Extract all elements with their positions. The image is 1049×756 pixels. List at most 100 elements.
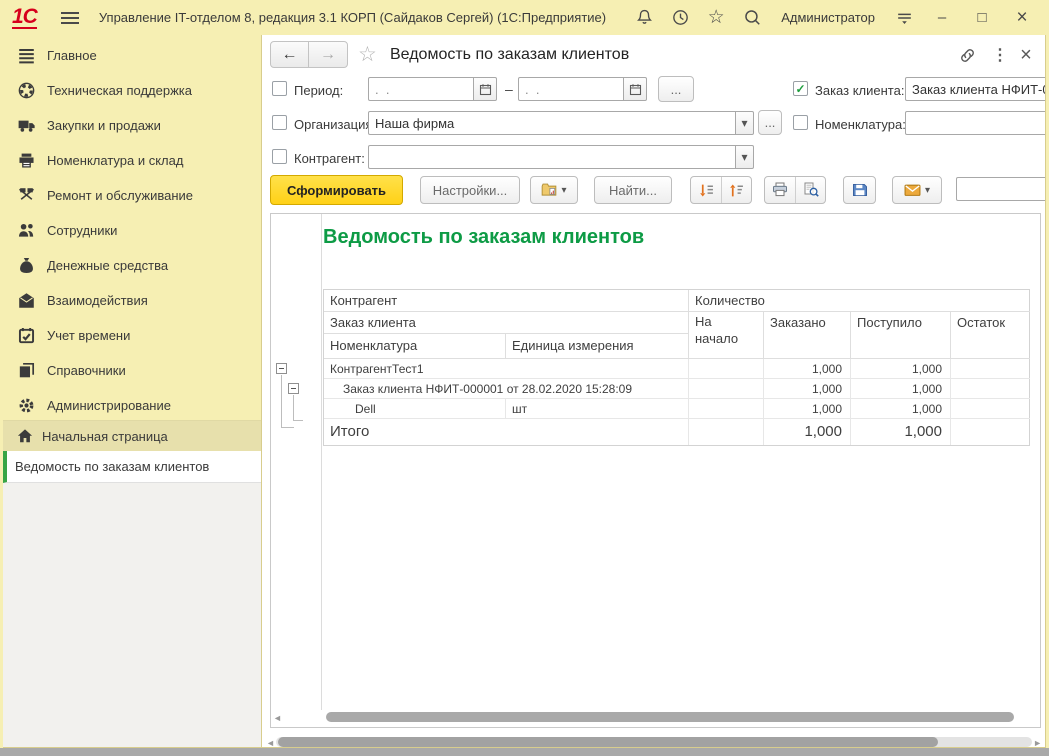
get-link-icon[interactable] bbox=[956, 44, 978, 66]
main-menu-icon[interactable] bbox=[61, 9, 79, 27]
warehouse-icon bbox=[16, 152, 36, 169]
organization-input[interactable] bbox=[368, 111, 736, 135]
sidebar-item-support[interactable]: Техническая поддержка bbox=[3, 73, 261, 108]
print-icon[interactable] bbox=[765, 177, 795, 203]
more-actions-icon[interactable]: ⋮ bbox=[989, 44, 1011, 66]
report-row[interactable]: Dell шт 1,000 1,000 bbox=[324, 399, 1029, 419]
window-titlebar: 1С Управление IT-отделом 8, редакция 3.1… bbox=[0, 0, 1049, 35]
column-header-start[interactable]: На начало bbox=[688, 312, 763, 359]
column-header-received[interactable]: Поступило bbox=[850, 312, 950, 359]
email-icon bbox=[904, 182, 921, 199]
organization-checkbox[interactable] bbox=[272, 115, 287, 130]
home-page-label: Начальная страница bbox=[42, 429, 168, 444]
scroll-left-arrow-icon[interactable]: ◄ bbox=[266, 738, 275, 748]
history-icon[interactable] bbox=[669, 7, 691, 29]
column-header-nomenclature[interactable]: Номенклатура bbox=[324, 334, 505, 359]
sidebar-item-menu[interactable]: Главное bbox=[3, 38, 261, 73]
period-from-input[interactable] bbox=[368, 77, 474, 101]
period-label: Период: bbox=[294, 83, 343, 98]
customer-order-input[interactable] bbox=[905, 77, 1046, 101]
period-checkbox[interactable] bbox=[272, 81, 287, 96]
generate-report-button[interactable]: Сформировать bbox=[270, 175, 403, 205]
close-page-icon[interactable]: × bbox=[1015, 44, 1037, 66]
print-preview-icon[interactable] bbox=[795, 177, 825, 203]
report-variants-button[interactable]: ▾ bbox=[530, 176, 578, 204]
tree-connector bbox=[281, 375, 282, 427]
home-page-tab[interactable]: Начальная страница bbox=[3, 420, 261, 451]
sidebar-item-purchases[interactable]: Закупки и продажи bbox=[3, 108, 261, 143]
sidebar-item-money[interactable]: Денежные средства bbox=[3, 248, 261, 283]
report-horizontal-scrollbar[interactable]: ◄ bbox=[271, 711, 1041, 723]
forward-button[interactable]: → bbox=[309, 42, 347, 67]
column-header-counterparty[interactable]: Контрагент bbox=[324, 290, 688, 312]
report-area: Ведомость по заказам клиентов Контрагент… bbox=[270, 213, 1041, 728]
find-button[interactable]: Найти... bbox=[594, 176, 672, 204]
collapse-group-level2-icon[interactable] bbox=[288, 383, 299, 394]
counterparty-checkbox[interactable] bbox=[272, 149, 287, 164]
current-user[interactable]: Администратор bbox=[781, 10, 875, 25]
counterparty-label: Контрагент: bbox=[294, 151, 365, 166]
send-email-button[interactable]: ▾ bbox=[892, 176, 942, 204]
scrollbar-thumb[interactable] bbox=[326, 712, 1014, 722]
support-icon bbox=[16, 82, 36, 99]
column-header-unit[interactable]: Единица измерения bbox=[505, 334, 688, 359]
column-header-ordered[interactable]: Заказано bbox=[763, 312, 850, 359]
maximize-button[interactable]: □ bbox=[969, 7, 995, 29]
column-header-rest[interactable]: Остаток bbox=[950, 312, 1030, 359]
counterparty-dropdown-button[interactable]: ▾ bbox=[735, 145, 754, 169]
tree-connector bbox=[293, 395, 294, 420]
favorites-star-icon[interactable]: ☆ bbox=[705, 7, 727, 29]
sidebar-item-references[interactable]: Справочники bbox=[3, 353, 261, 388]
counterparty-input[interactable] bbox=[368, 145, 736, 169]
save-button[interactable] bbox=[843, 176, 876, 204]
settings-button[interactable]: Настройки... bbox=[420, 176, 520, 204]
report-row[interactable]: Итого 1,000 1,000 bbox=[324, 419, 1029, 445]
notifications-bell-icon[interactable] bbox=[633, 7, 655, 29]
sidebar-item-administration[interactable]: Администрирование bbox=[3, 388, 261, 423]
expand-groups-icon[interactable] bbox=[691, 177, 721, 203]
column-header-quantity-group[interactable]: Количество bbox=[688, 290, 1030, 312]
sidebar-item-warehouse[interactable]: Номенклатура и склад bbox=[3, 143, 261, 178]
sections-panel: Главное Техническая поддержка Закупки и … bbox=[3, 35, 261, 420]
period-more-button[interactable]: ... bbox=[658, 76, 694, 102]
sidebar-item-employees[interactable]: Сотрудники bbox=[3, 213, 261, 248]
table-body: КонтрагентТест1 1,000 1,000 Заказ клиент… bbox=[324, 359, 1029, 445]
window-bottom-edge bbox=[0, 748, 1049, 756]
nomenclature-input[interactable] bbox=[905, 111, 1046, 135]
sidebar-item-interactions[interactable]: Взаимодействия bbox=[3, 283, 261, 318]
column-header-customer-order[interactable]: Заказ клиента bbox=[324, 312, 688, 334]
autosum-field[interactable] bbox=[956, 177, 1046, 201]
navigation-buttons: ← → bbox=[270, 41, 348, 68]
minimize-button[interactable]: – bbox=[929, 7, 955, 29]
window-horizontal-scrollbar[interactable]: ◄ ► bbox=[266, 736, 1042, 748]
scroll-left-arrow-icon[interactable]: ◄ bbox=[273, 713, 282, 723]
calendar-icon bbox=[629, 83, 642, 96]
nomenclature-label: Номенклатура: bbox=[815, 117, 906, 132]
back-button[interactable]: ← bbox=[271, 42, 309, 67]
customer-order-checkbox[interactable]: ✓ bbox=[793, 81, 808, 96]
sidebar-item-repair[interactable]: Ремонт и обслуживание bbox=[3, 178, 261, 213]
report-row[interactable]: Заказ клиента НФИТ-000001 от 28.02.2020 … bbox=[324, 379, 1029, 399]
collapse-group-level1-icon[interactable] bbox=[276, 363, 287, 374]
scrollbar-thumb[interactable] bbox=[278, 737, 938, 747]
nomenclature-checkbox[interactable] bbox=[793, 115, 808, 130]
period-to-input[interactable] bbox=[518, 77, 624, 101]
dropdown-arrow-icon: ▾ bbox=[925, 185, 930, 196]
organization-more-button[interactable]: ... bbox=[758, 110, 782, 135]
service-menu-icon[interactable] bbox=[893, 7, 915, 29]
table-header-row-1: Контрагент Количество bbox=[324, 290, 1029, 312]
report-row[interactable]: КонтрагентТест1 1,000 1,000 bbox=[324, 359, 1029, 379]
period-to-calendar-button[interactable] bbox=[623, 77, 647, 101]
period-from-calendar-button[interactable] bbox=[473, 77, 497, 101]
search-icon[interactable] bbox=[741, 7, 763, 29]
scroll-right-arrow-icon[interactable]: ► bbox=[1033, 738, 1042, 748]
page-title: Ведомость по заказам клиентов bbox=[390, 46, 629, 64]
sidebar-item-timesheet[interactable]: Учет времени bbox=[3, 318, 261, 353]
open-window-tab-label: Ведомость по заказам клиентов bbox=[15, 459, 209, 474]
organization-dropdown-button[interactable]: ▾ bbox=[735, 111, 754, 135]
collapse-groups-icon[interactable] bbox=[721, 177, 751, 203]
grouping-buttons bbox=[690, 176, 752, 204]
open-window-tab[interactable]: Ведомость по заказам клиентов bbox=[3, 451, 261, 483]
close-window-button[interactable]: × bbox=[1009, 7, 1035, 29]
add-to-favorites-star-icon[interactable]: ☆ bbox=[358, 42, 377, 67]
